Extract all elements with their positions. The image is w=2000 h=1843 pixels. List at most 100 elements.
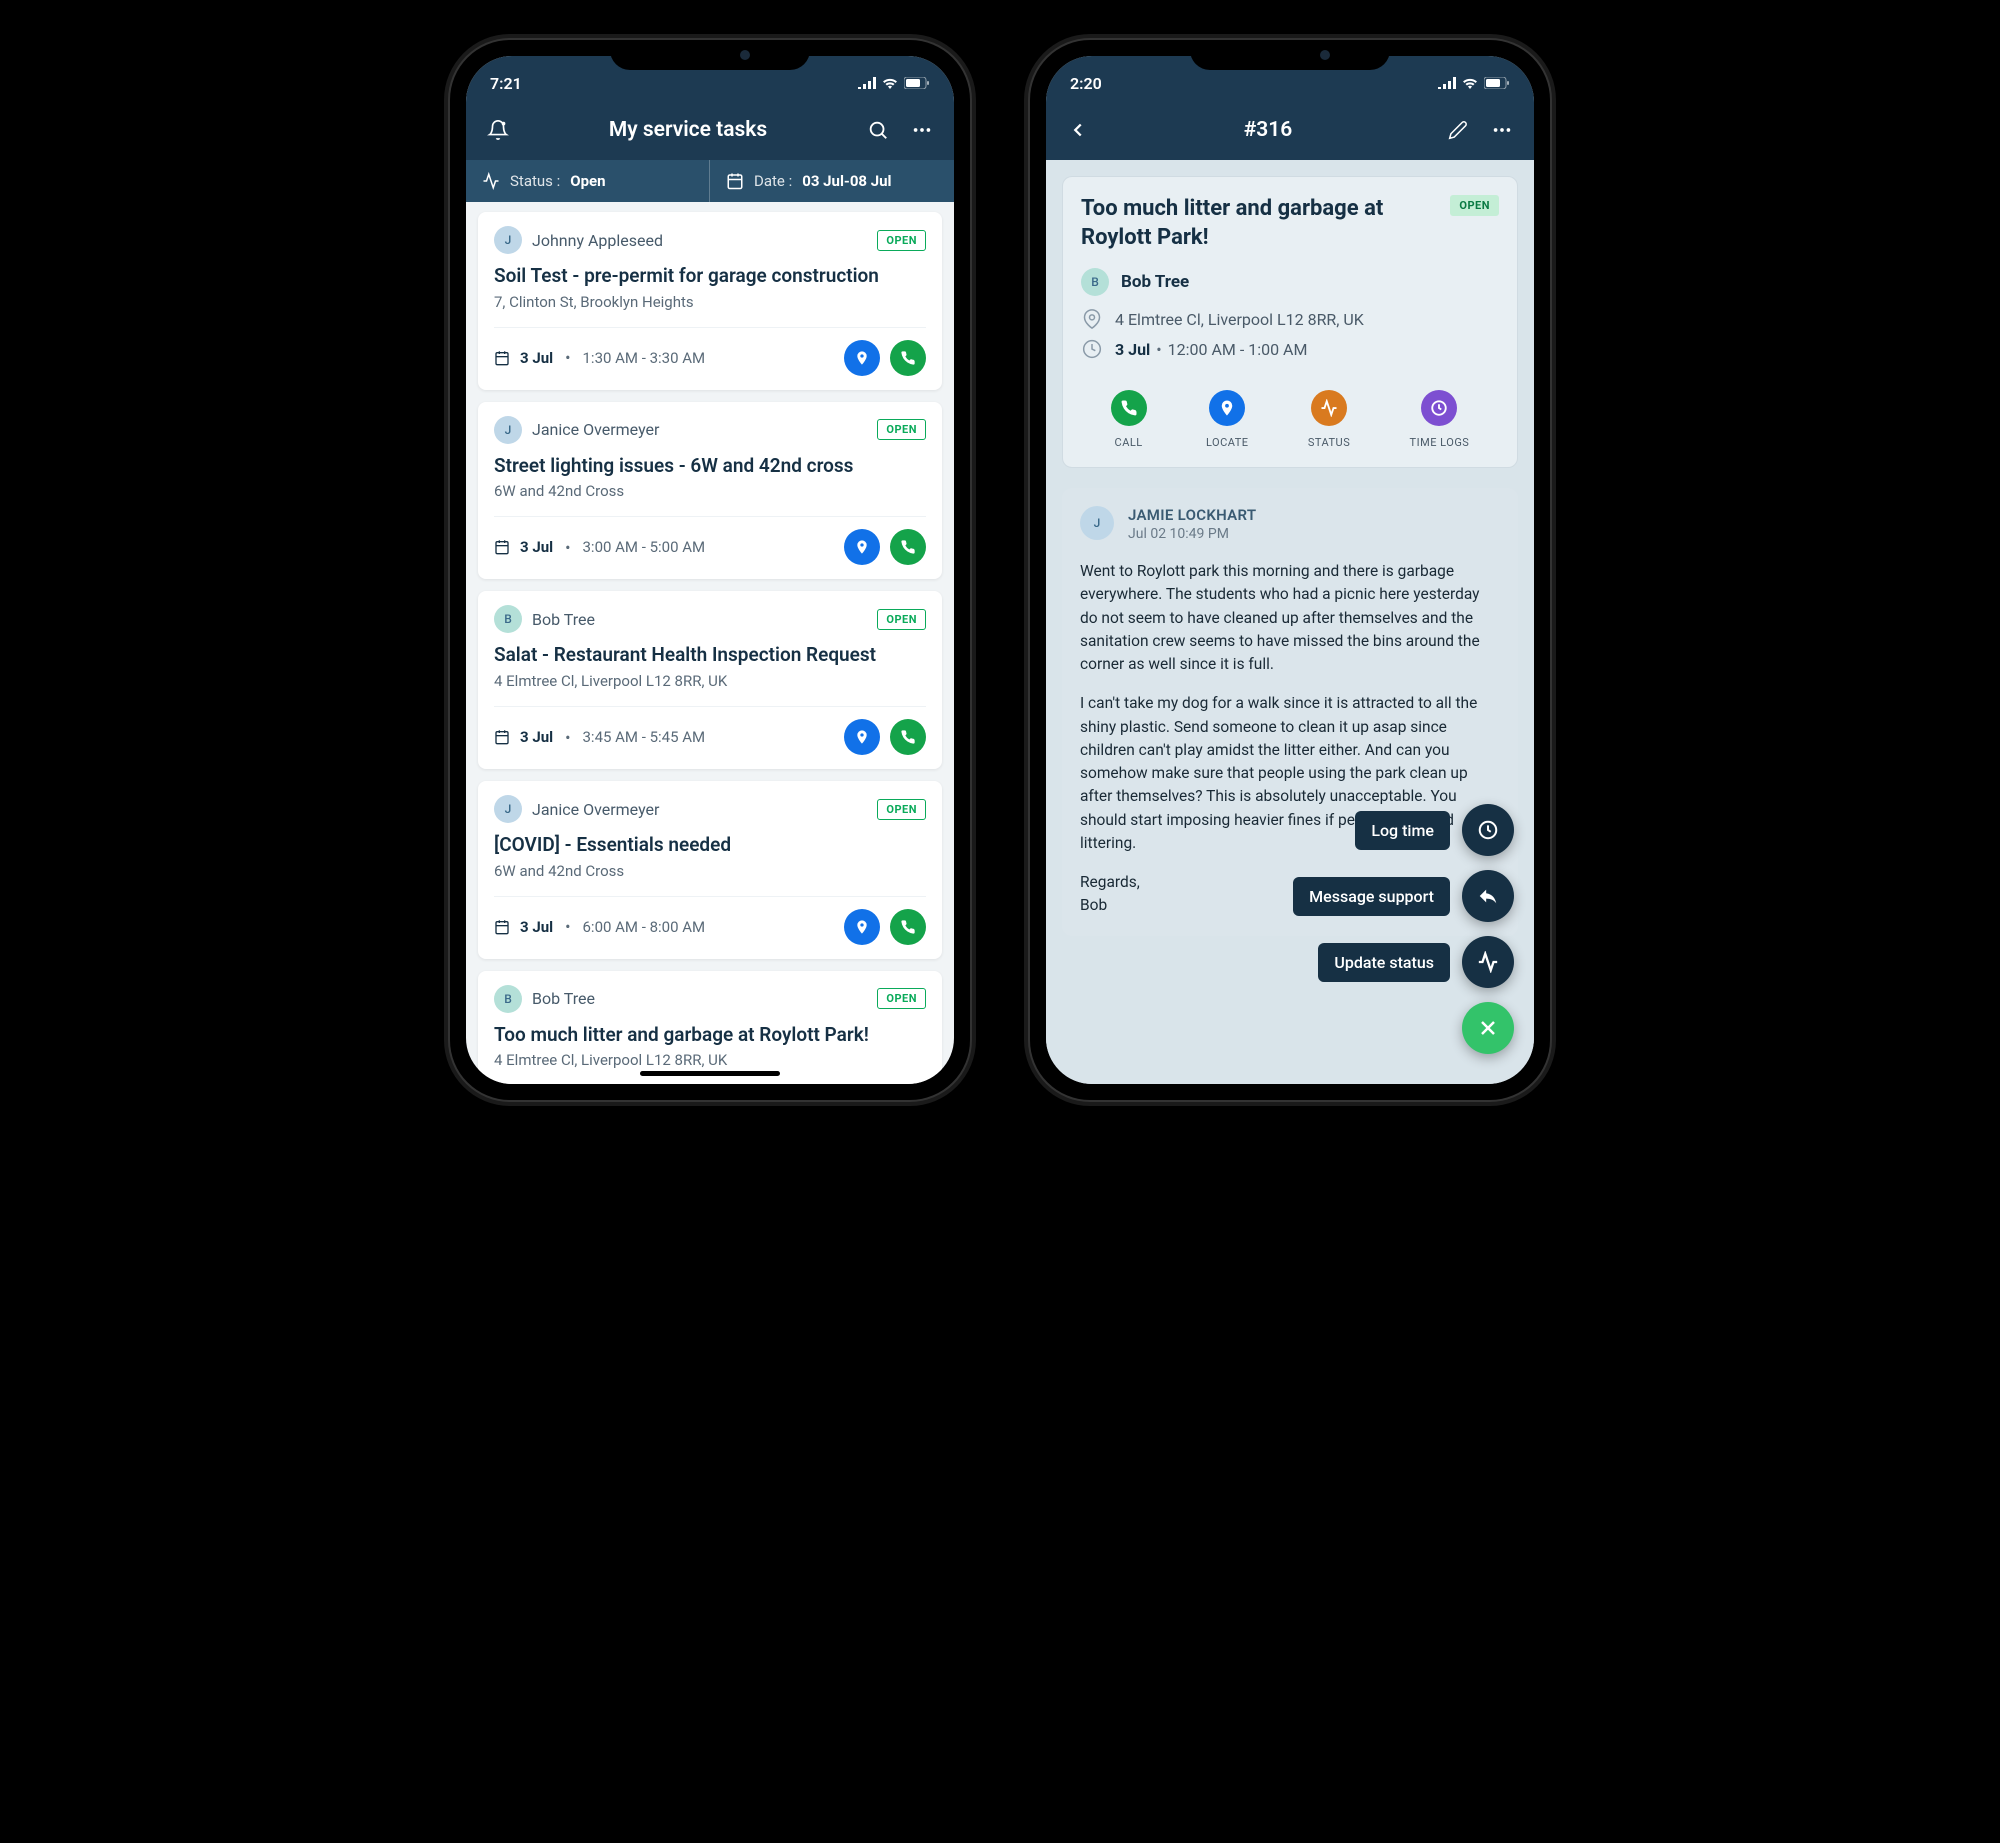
detail-address: 4 Elmtree Cl, Liverpool L12 8RR, UK [1115,310,1364,329]
locate-button[interactable] [844,529,880,565]
task-title: Too much litter and garbage at Roylott P… [494,1023,926,1048]
activity-icon [1462,936,1514,988]
fab-close[interactable] [1462,1002,1514,1054]
avatar: B [494,605,522,633]
task-subtitle: 6W and 42nd Cross [494,482,926,500]
locate-button[interactable] [844,340,880,376]
edit-button[interactable] [1442,114,1474,146]
task-date: 3 Jul [520,728,553,746]
task-time: 6:00 AM - 8:00 AM [583,918,835,936]
reply-icon [1462,870,1514,922]
filter-status-label: Status : [510,172,560,190]
fab-log-time[interactable]: Log time [1355,804,1514,856]
action-call[interactable]: CALL [1111,390,1147,449]
task-title: Street lighting issues - 6W and 42nd cro… [494,454,926,479]
locate-button[interactable] [844,909,880,945]
status-badge: OPEN [877,988,926,1009]
signal-icon [858,77,876,89]
task-list[interactable]: J Johnny Appleseed OPEN Soil Test - pre-… [466,202,954,1084]
task-time: 3:00 AM - 5:00 AM [583,538,835,556]
status-badge: OPEN [877,799,926,820]
battery-icon [1484,77,1510,89]
task-requester: Janice Overmeyer [532,800,867,819]
battery-icon [904,77,930,89]
fab-message-support[interactable]: Message support [1293,870,1514,922]
phone-icon [1111,390,1147,426]
phone-left: 7:21 My service tasks Status : [450,40,970,1100]
note-author: JAMIE LOCKHART [1128,506,1256,524]
pin-icon [1081,308,1103,330]
call-button[interactable] [890,529,926,565]
task-card[interactable]: J Janice Overmeyer OPEN [COVID] - Essent… [478,781,942,959]
more-button[interactable] [1486,114,1518,146]
note-date: Jul 02 10:49 PM [1128,526,1256,542]
detail-card: Too much litter and garbage at Roylott P… [1062,176,1518,468]
task-title: Salat - Restaurant Health Inspection Req… [494,643,926,668]
status-badge: OPEN [1450,195,1499,216]
calendar-icon [494,539,510,555]
task-card[interactable]: J Johnny Appleseed OPEN Soil Test - pre-… [478,212,942,390]
fab-update-status[interactable]: Update status [1318,936,1514,988]
task-requester: Bob Tree [532,610,867,629]
task-time: 3:45 AM - 5:45 AM [583,728,835,746]
task-date: 3 Jul [520,349,553,367]
avatar: J [1080,506,1114,540]
calendar-icon [726,172,744,190]
action-status[interactable]: STATUS [1308,390,1350,449]
status-time: 2:20 [1070,74,1102,93]
avatar: J [494,795,522,823]
task-card[interactable]: B Bob Tree OPEN Salat - Restaurant Healt… [478,591,942,769]
more-button[interactable] [906,114,938,146]
notifications-button[interactable] [482,114,514,146]
avatar: B [1081,268,1109,296]
screen-detail: 2:20 #316 Too much litter and garba [1046,56,1534,1084]
calendar-icon [494,729,510,745]
avatar: J [494,416,522,444]
filter-status[interactable]: Status : Open [466,160,710,202]
home-indicator[interactable] [640,1071,780,1076]
call-button[interactable] [890,340,926,376]
task-requester: Johnny Appleseed [532,231,867,250]
wifi-icon [882,77,898,89]
search-button[interactable] [862,114,894,146]
screen-tasks: 7:21 My service tasks Status : [466,56,954,1084]
task-card[interactable]: J Janice Overmeyer OPEN Street lighting … [478,402,942,580]
pin-icon [1209,390,1245,426]
detail-requester-row[interactable]: B Bob Tree [1081,268,1499,296]
call-button[interactable] [890,719,926,755]
status-badge: OPEN [877,230,926,251]
action-timelogs[interactable]: TIME LOGS [1410,390,1470,449]
task-title: [COVID] - Essentials needed [494,833,926,858]
task-requester: Bob Tree [532,989,867,1008]
note-paragraph: Went to Roylott park this morning and th… [1080,560,1500,676]
back-button[interactable] [1062,114,1094,146]
calendar-icon [494,919,510,935]
signal-icon [1438,77,1456,89]
filter-date-value: 03 Jul-08 Jul [802,172,891,190]
detail-address-row[interactable]: 4 Elmtree Cl, Liverpool L12 8RR, UK [1081,308,1499,330]
task-date: 3 Jul [520,918,553,936]
action-grid: CALL LOCATE STATUS [1081,382,1499,449]
detail-title: Too much litter and garbage at Roylott P… [1081,195,1438,252]
calendar-icon [494,350,510,366]
call-button[interactable] [890,909,926,945]
detail-date: 3 Jul [1115,340,1150,359]
status-indicators [858,77,930,89]
fab-label: Update status [1318,943,1450,982]
activity-icon [482,172,500,190]
task-card[interactable]: B Bob Tree OPEN Too much litter and garb… [478,971,942,1084]
task-subtitle: 7, Clinton St, Brooklyn Heights [494,293,926,311]
task-date: 3 Jul [520,538,553,556]
locate-button[interactable] [844,719,880,755]
avatar: B [494,985,522,1013]
action-status-label: STATUS [1308,436,1350,449]
page-title: #316 [1106,118,1430,142]
clock-icon [1421,390,1457,426]
clock-icon [1081,338,1103,360]
page-title: My service tasks [526,118,850,142]
filter-date-label: Date : [754,172,792,190]
filter-date[interactable]: Date : 03 Jul-08 Jul [710,160,954,202]
fab-label: Message support [1293,877,1450,916]
action-locate[interactable]: LOCATE [1206,390,1249,449]
action-locate-label: LOCATE [1206,436,1249,449]
